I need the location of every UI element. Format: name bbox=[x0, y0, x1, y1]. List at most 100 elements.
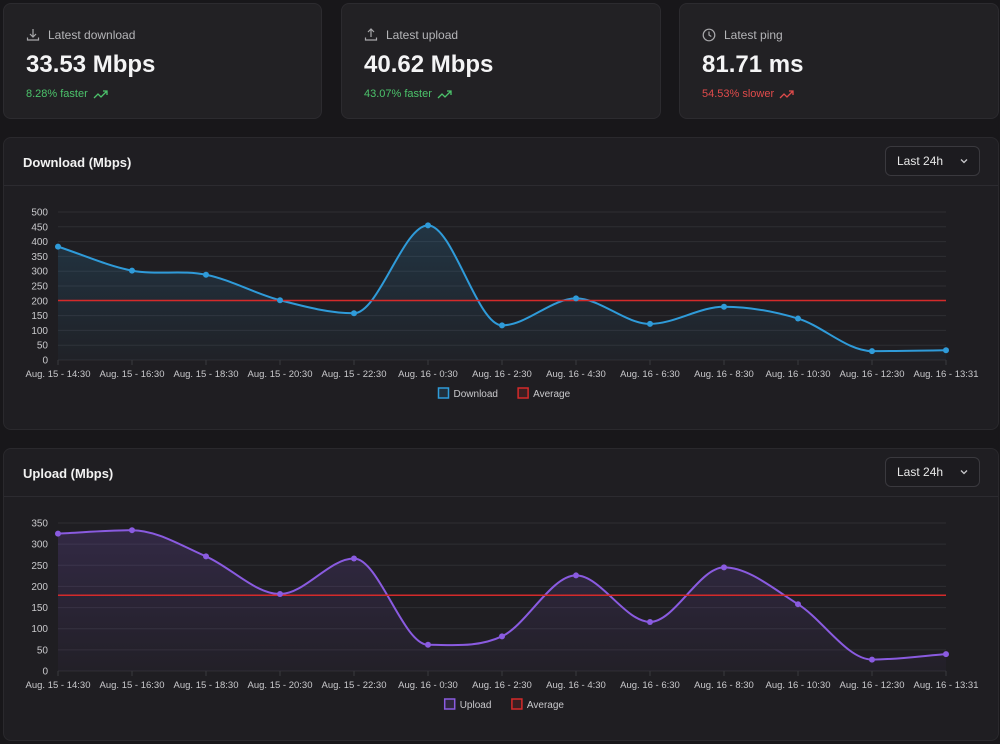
data-point[interactable] bbox=[573, 572, 579, 579]
y-tick-label: 250 bbox=[31, 561, 48, 572]
stat-change-text: 54.53% slower bbox=[702, 88, 775, 100]
x-tick-label: Aug. 15 - 14:30 bbox=[26, 369, 91, 380]
data-point[interactable] bbox=[351, 310, 357, 317]
data-point[interactable] bbox=[129, 527, 135, 534]
data-point[interactable] bbox=[277, 297, 283, 304]
data-point[interactable] bbox=[203, 271, 209, 278]
x-tick-label: Aug. 16 - 2:30 bbox=[472, 369, 532, 380]
data-point[interactable] bbox=[277, 591, 283, 598]
download-chart-panel: Download (Mbps) Last 24h 0 50 100 150 200 250… bbox=[3, 137, 999, 430]
legend-swatch-average[interactable] bbox=[517, 387, 529, 399]
legend-label[interactable]: Upload bbox=[460, 700, 492, 711]
data-point[interactable] bbox=[721, 564, 727, 571]
y-tick-label: 0 bbox=[42, 667, 48, 678]
x-tick-label: Aug. 16 - 8:30 bbox=[694, 369, 754, 380]
y-tick-label: 150 bbox=[31, 311, 48, 322]
data-point[interactable] bbox=[129, 267, 135, 274]
y-tick-label: 100 bbox=[31, 326, 48, 337]
legend-swatch-upload[interactable] bbox=[443, 698, 456, 710]
y-tick-label: 100 bbox=[31, 624, 48, 635]
x-tick-label: Aug. 16 - 0:30 bbox=[398, 680, 458, 691]
chevron-down-icon bbox=[960, 470, 968, 475]
stat-change: 43.07% faster bbox=[364, 88, 452, 100]
stat-change-text: 43.07% faster bbox=[364, 88, 432, 100]
upload-chart-panel: Upload (Mbps) Last 24h 0 50 100 150 200 250 30… bbox=[3, 448, 999, 741]
x-tick-label: Aug. 15 - 16:30 bbox=[100, 680, 165, 691]
data-point[interactable] bbox=[943, 347, 949, 354]
x-tick-label: Aug. 15 - 20:30 bbox=[248, 369, 313, 380]
stat-label-row: Latest upload bbox=[364, 28, 458, 42]
x-tick-label: Aug. 15 - 18:30 bbox=[174, 680, 239, 691]
data-point[interactable] bbox=[943, 651, 949, 658]
legend-label[interactable]: Average bbox=[533, 389, 571, 400]
data-point[interactable] bbox=[795, 315, 801, 322]
data-point[interactable] bbox=[55, 530, 61, 537]
x-tick-label: Aug. 16 - 10:30 bbox=[766, 680, 831, 691]
legend-label[interactable]: Download bbox=[454, 389, 498, 400]
y-tick-label: 0 bbox=[42, 356, 48, 367]
y-tick-label: 300 bbox=[31, 540, 48, 551]
trend-up-icon bbox=[437, 90, 452, 99]
x-tick-label: Aug. 16 - 2:30 bbox=[472, 680, 532, 691]
stat-change: 8.28% faster bbox=[26, 88, 108, 100]
x-tick-label: Aug. 15 - 18:30 bbox=[174, 369, 239, 380]
legend-swatch-average[interactable] bbox=[511, 698, 523, 710]
range-select-value: Last 24h bbox=[897, 465, 944, 479]
x-tick-label: Aug. 16 - 0:30 bbox=[398, 369, 458, 380]
data-point[interactable] bbox=[499, 633, 505, 640]
data-point[interactable] bbox=[425, 641, 431, 648]
stat-card-upload: Latest upload 40.62 Mbps 43.07% faster bbox=[341, 3, 661, 119]
clock-icon bbox=[702, 28, 716, 42]
data-point[interactable] bbox=[869, 348, 875, 355]
data-point[interactable] bbox=[499, 322, 505, 329]
data-point[interactable] bbox=[869, 656, 875, 663]
chart-title: Upload (Mbps) bbox=[23, 466, 114, 481]
x-tick-label: Aug. 16 - 6:30 bbox=[620, 369, 680, 380]
series-area bbox=[58, 225, 946, 360]
stat-change-text: 8.28% faster bbox=[26, 88, 88, 100]
data-point[interactable] bbox=[55, 243, 61, 250]
x-tick-label: Aug. 16 - 10:30 bbox=[766, 369, 831, 380]
stat-card-ping: Latest ping 81.71 ms 54.53% slower bbox=[679, 3, 999, 119]
y-tick-label: 350 bbox=[31, 519, 48, 530]
data-point[interactable] bbox=[647, 320, 653, 327]
x-tick-label: Aug. 16 - 8:30 bbox=[694, 680, 754, 691]
stat-label-row: Latest ping bbox=[702, 28, 783, 42]
x-tick-label: Aug. 16 - 4:30 bbox=[546, 369, 606, 380]
range-select[interactable]: Last 24h bbox=[885, 146, 980, 176]
y-tick-label: 350 bbox=[31, 252, 48, 263]
data-point[interactable] bbox=[647, 618, 653, 625]
x-tick-label: Aug. 15 - 16:30 bbox=[100, 369, 165, 380]
x-tick-label: Aug. 16 - 13:31 bbox=[914, 369, 979, 380]
stat-value: 81.71 ms bbox=[702, 51, 804, 78]
data-point[interactable] bbox=[425, 222, 431, 229]
data-point[interactable] bbox=[795, 601, 801, 608]
data-point[interactable] bbox=[203, 553, 209, 560]
download-icon bbox=[26, 29, 40, 41]
stat-label-row: Latest download bbox=[26, 28, 135, 42]
upload-chart: 0 50 100 150 200 250 300 350 Aug. 15 - 14:30 Aug.… bbox=[26, 519, 979, 712]
range-select-value: Last 24h bbox=[897, 154, 944, 168]
series-area bbox=[58, 530, 946, 671]
download-chart: 0 50 100 150 200 250 300 350 400 450 500 Aug. 15 - … bbox=[26, 208, 979, 401]
data-point[interactable] bbox=[351, 555, 357, 562]
stat-label: Latest upload bbox=[386, 28, 459, 42]
stat-value: 33.53 Mbps bbox=[26, 51, 156, 78]
chart-title: Download (Mbps) bbox=[23, 155, 132, 170]
y-tick-label: 150 bbox=[31, 603, 48, 614]
x-tick-label: Aug. 15 - 20:30 bbox=[248, 680, 313, 691]
trend-up-icon bbox=[779, 90, 794, 99]
y-tick-label: 400 bbox=[31, 237, 48, 248]
y-tick-label: 200 bbox=[31, 296, 48, 307]
x-tick-label: Aug. 16 - 6:30 bbox=[620, 680, 680, 691]
stat-card-download: Latest download 33.53 Mbps 8.28% faster bbox=[3, 3, 322, 119]
data-point[interactable] bbox=[573, 295, 579, 302]
x-tick-label: Aug. 15 - 14:30 bbox=[26, 680, 91, 691]
legend-label[interactable]: Average bbox=[527, 700, 565, 711]
legend-swatch-download[interactable] bbox=[437, 387, 450, 399]
data-point[interactable] bbox=[721, 303, 727, 310]
range-select[interactable]: Last 24h bbox=[885, 457, 980, 487]
y-tick-label: 200 bbox=[31, 582, 48, 593]
upload-icon bbox=[364, 28, 378, 41]
stat-change: 54.53% slower bbox=[702, 88, 794, 100]
